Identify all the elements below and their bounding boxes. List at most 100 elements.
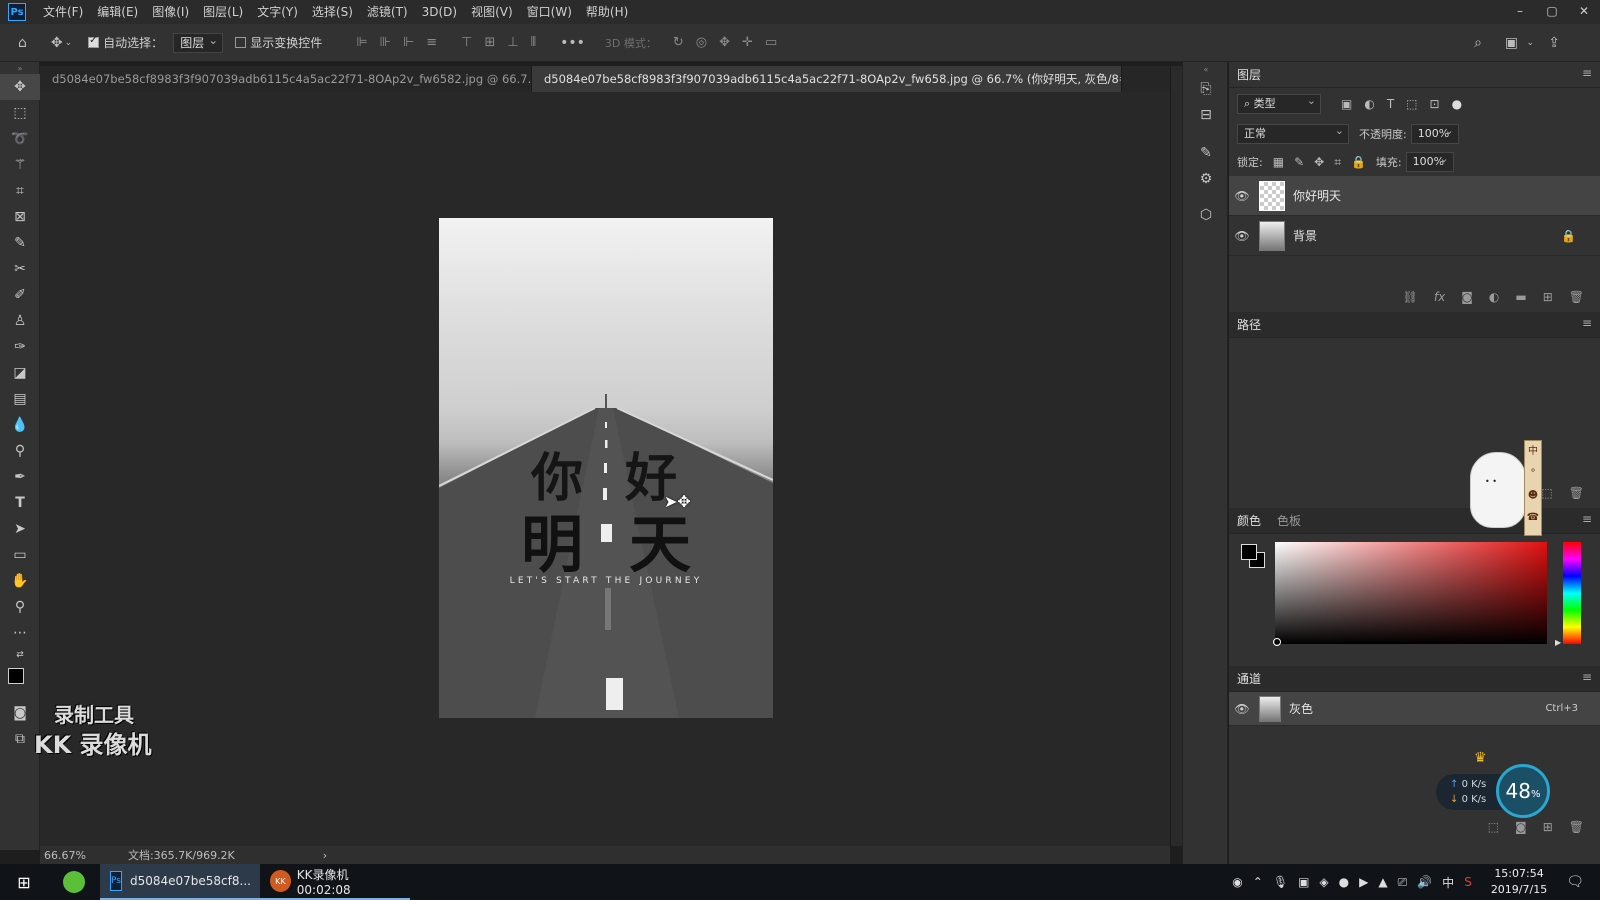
document-tab-1[interactable]: d5084e07be58cf8983f3f907039adb6115c4a5ac… — [40, 66, 532, 92]
eraser-tool-icon[interactable]: ◪ — [0, 360, 40, 386]
menu-type[interactable]: 文字(Y) — [250, 0, 305, 24]
lock-artboard-icon[interactable]: ⌗ — [1334, 155, 1341, 170]
brush-tool-icon[interactable]: ✐ — [0, 282, 40, 308]
taskbar-item-kk-recorder[interactable]: KK KK录像机 00:02:08 — [260, 864, 410, 900]
document-tab-2[interactable]: d5084e07be58cf8983f3f907039adb6115c4a5ac… — [532, 66, 1122, 92]
tray-app-icon[interactable]: ▣ — [1298, 875, 1309, 889]
menu-file[interactable]: 文件(F) — [36, 0, 90, 24]
ime-emoji-icon[interactable]: ☻ — [1525, 485, 1541, 507]
share-icon[interactable]: ⇪ — [1548, 35, 1560, 51]
channel-row[interactable]: 👁 灰色 Ctrl+3 — [1229, 692, 1600, 726]
tab-channels[interactable]: 通道 — [1237, 670, 1261, 687]
history-brush-tool-icon[interactable]: ✑ — [0, 334, 40, 360]
chevron-down-icon[interactable]: ⌄ — [1526, 38, 1534, 48]
more-options-icon[interactable]: ••• — [560, 35, 585, 51]
type-tool-icon[interactable]: T — [0, 490, 40, 516]
saturation-brightness-field[interactable] — [1275, 542, 1547, 644]
move-tool-icon[interactable]: ✥ — [0, 74, 40, 100]
hue-slider[interactable] — [1563, 542, 1581, 644]
canvas-scrollbar[interactable] — [1170, 66, 1182, 846]
restore-button[interactable]: ▢ — [1536, 0, 1568, 24]
align-right-icon[interactable]: ⊩ — [403, 35, 414, 50]
swap-colors-icon[interactable]: ⇄ — [0, 646, 40, 664]
color-swatches[interactable] — [0, 664, 40, 700]
tab-color[interactable]: 颜色 — [1237, 512, 1261, 529]
move-tool-preset-icon[interactable]: ✥ — [51, 35, 63, 51]
menu-edit[interactable]: 编辑(E) — [90, 0, 145, 24]
layer-row[interactable]: 👁 你好明天 — [1229, 176, 1600, 216]
ime-mode-label[interactable]: 中 — [1525, 441, 1541, 463]
document-canvas[interactable]: 你好 明天 LET'S START THE JOURNEY — [439, 218, 773, 718]
new-layer-icon[interactable]: ⊞ — [1543, 290, 1553, 304]
3d-rotate-icon[interactable]: ↻ — [673, 35, 684, 50]
tray-app-icon[interactable]: ◉ — [1232, 875, 1242, 889]
filter-toggle-icon[interactable]: ● — [1452, 97, 1462, 111]
tab-layers[interactable]: 图层 — [1237, 66, 1261, 83]
opacity-field[interactable]: 100% — [1410, 122, 1459, 144]
tray-app-icon[interactable]: ● — [1339, 875, 1349, 889]
3d-slide-icon[interactable]: ✛ — [742, 35, 753, 50]
distribute-vertical-icon[interactable]: ⫴ — [531, 35, 536, 50]
menu-3d[interactable]: 3D(D) — [415, 0, 464, 24]
gradient-tool-icon[interactable]: ▤ — [0, 386, 40, 412]
align-middle-icon[interactable]: ⊞ — [484, 35, 495, 50]
paths-list[interactable] — [1229, 338, 1600, 478]
ime-mascot-widget[interactable]: • • 中 ° ☻ ☎ — [1470, 440, 1544, 540]
filter-smart-object-icon[interactable]: ⊡ — [1430, 97, 1440, 111]
tab-paths[interactable]: 路径 — [1237, 316, 1261, 333]
eye-icon[interactable]: 👁 — [1229, 189, 1255, 203]
tray-app-icon[interactable]: ▶ — [1359, 875, 1368, 889]
close-button[interactable]: ✕ — [1568, 0, 1600, 24]
blend-mode-dropdown[interactable]: 正常 — [1237, 122, 1349, 144]
path-selection-tool-icon[interactable]: ➤ — [0, 516, 40, 542]
filter-adjustment-icon[interactable]: ◐ — [1364, 97, 1374, 111]
properties-icon[interactable]: ⊟ — [1183, 102, 1229, 128]
trash-icon[interactable]: 🗑 — [1569, 486, 1584, 500]
memory-usage-circle[interactable]: 48% — [1496, 764, 1550, 818]
collapse-icon[interactable]: » — [0, 62, 40, 74]
layer-name[interactable]: 背景 — [1293, 227, 1317, 244]
filter-shape-icon[interactable]: ⬚ — [1406, 97, 1417, 111]
dodge-tool-icon[interactable]: ⚲ — [0, 438, 40, 464]
trash-icon[interactable]: 🗑 — [1569, 820, 1584, 834]
menu-select[interactable]: 选择(S) — [305, 0, 360, 24]
load-channel-selection-icon[interactable]: ⬚ — [1488, 820, 1499, 834]
hue-slider-handle[interactable]: ▶ — [1555, 638, 1561, 647]
menu-image[interactable]: 图像(I) — [145, 0, 196, 24]
panel-menu-icon[interactable]: ≡ — [1582, 670, 1592, 684]
align-left-icon[interactable]: ⊫ — [356, 35, 367, 50]
new-group-icon[interactable]: ▬ — [1515, 290, 1526, 304]
tray-app-icon[interactable]: ▲ — [1378, 875, 1387, 889]
new-adjustment-icon[interactable]: ◐ — [1489, 290, 1499, 304]
3d-scale-icon[interactable]: ▭ — [765, 35, 777, 50]
crop-tool-icon[interactable]: ⌗ — [0, 178, 40, 204]
taskbar-app-icon[interactable] — [48, 864, 100, 900]
new-channel-icon[interactable]: ⊞ — [1543, 820, 1553, 834]
hand-tool-icon[interactable]: ✋ — [0, 568, 40, 594]
foreground-color-swatch[interactable] — [1241, 544, 1257, 560]
collapse-icon[interactable]: « — [1183, 62, 1229, 76]
lock-all-icon[interactable]: 🔒 — [1351, 155, 1366, 169]
search-icon[interactable]: ⌕ — [1474, 35, 1482, 51]
home-icon[interactable]: ⌂ — [18, 35, 27, 51]
status-menu-arrow[interactable]: › — [323, 849, 327, 862]
lock-position-icon[interactable]: ✥ — [1314, 155, 1324, 169]
frame-tool-icon[interactable]: ⊠ — [0, 204, 40, 230]
microphone-icon[interactable]: 🎙 — [1273, 875, 1288, 889]
save-selection-icon[interactable]: ◙ — [1515, 820, 1527, 834]
blur-tool-icon[interactable]: 💧 — [0, 412, 40, 438]
tray-expand-icon[interactable]: ⌃ — [1253, 875, 1263, 889]
panel-menu-icon[interactable]: ≡ — [1582, 316, 1592, 330]
lock-transparent-icon[interactable]: ▦ — [1273, 155, 1284, 169]
eye-icon[interactable]: 👁 — [1229, 702, 1255, 716]
filter-pixel-icon[interactable]: ▣ — [1341, 97, 1352, 111]
lasso-tool-icon[interactable]: ➰ — [0, 126, 40, 152]
history-icon[interactable]: ⎘ — [1183, 76, 1229, 102]
auto-select-checkbox[interactable] — [88, 35, 100, 48]
zoom-tool-icon[interactable]: ⚲ — [0, 594, 40, 620]
zoom-level[interactable]: 66.67% — [44, 849, 86, 862]
ime-indicator[interactable]: 中 — [1442, 874, 1454, 891]
volume-icon[interactable]: 🔊 — [1417, 875, 1432, 889]
adjustments-icon[interactable]: ⚙ — [1183, 166, 1229, 192]
healing-brush-tool-icon[interactable]: ✂ — [0, 256, 40, 282]
